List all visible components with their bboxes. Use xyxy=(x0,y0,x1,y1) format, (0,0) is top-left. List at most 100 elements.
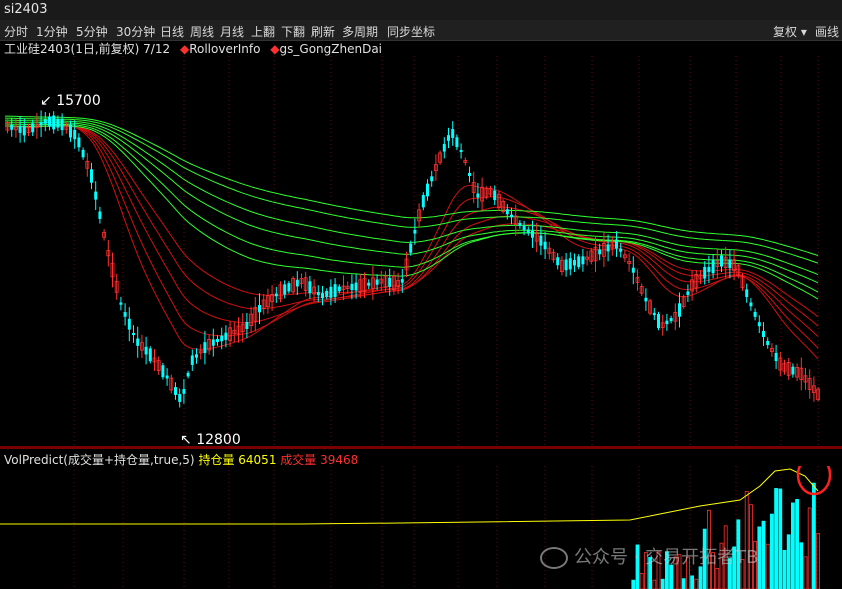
candle xyxy=(295,279,299,287)
candle xyxy=(81,149,85,158)
candle xyxy=(493,190,497,201)
toolbar-item-adjust[interactable]: 复权 ▾ xyxy=(773,23,807,40)
candle xyxy=(258,305,261,313)
candle xyxy=(127,318,131,330)
candle xyxy=(77,137,81,148)
toolbar-item-monthly[interactable]: 月线 xyxy=(220,23,244,40)
candle xyxy=(526,229,530,233)
candle xyxy=(388,277,392,287)
candle xyxy=(413,229,417,234)
candle xyxy=(182,389,186,394)
volume-bar xyxy=(694,578,699,589)
candle xyxy=(791,366,795,375)
candle xyxy=(556,257,560,266)
candle xyxy=(451,129,455,138)
candle xyxy=(753,311,757,317)
candle xyxy=(56,118,60,128)
candle xyxy=(190,355,194,365)
volume-bar xyxy=(765,543,770,589)
candle xyxy=(468,172,471,176)
volume-bar xyxy=(715,568,720,589)
toolbar-item-page-down[interactable]: 下翻 xyxy=(281,23,305,40)
window-title: si2403 xyxy=(4,2,48,17)
candle xyxy=(321,293,324,299)
ma-line-red xyxy=(5,124,819,349)
candle xyxy=(203,342,207,354)
indicator-rollover[interactable]: RolloverInfo xyxy=(189,42,260,56)
toolbar-item-sync-axis[interactable]: 同步坐标 xyxy=(387,23,435,40)
candle xyxy=(430,176,434,182)
volume-formula: VolPredict(成交量+持仓量,true,5) xyxy=(4,453,195,467)
toolbar-item-fenshi[interactable]: 分时 xyxy=(4,23,28,40)
candle xyxy=(39,121,43,126)
volume-bar xyxy=(778,488,783,589)
candle xyxy=(308,281,312,294)
candle xyxy=(510,214,513,218)
candle xyxy=(325,290,329,297)
candle xyxy=(409,243,413,253)
candle xyxy=(568,258,572,270)
candle xyxy=(505,209,509,215)
candle xyxy=(426,183,429,197)
candle xyxy=(148,348,152,362)
toolbar-item-weekly[interactable]: 周线 xyxy=(190,23,214,40)
candle xyxy=(581,256,585,265)
candle xyxy=(22,125,26,136)
volume-bar xyxy=(786,534,791,589)
candle xyxy=(48,116,51,127)
volume-chart[interactable] xyxy=(0,466,842,589)
toolbar-item-page-up[interactable]: 上翻 xyxy=(251,23,275,40)
candle xyxy=(43,119,47,124)
volume-bar xyxy=(761,520,766,589)
candle xyxy=(644,297,648,302)
candle xyxy=(564,259,568,271)
candle xyxy=(10,124,14,130)
candle xyxy=(652,312,656,316)
candle xyxy=(375,279,379,285)
candle xyxy=(703,267,707,279)
candle xyxy=(367,282,371,286)
candle xyxy=(531,230,534,238)
candle xyxy=(119,302,123,305)
candle xyxy=(669,318,673,322)
candle xyxy=(60,118,64,131)
candle xyxy=(539,235,543,246)
candlestick-chart[interactable] xyxy=(0,56,842,446)
volume-bar xyxy=(812,482,816,589)
toolbar-item-daily[interactable]: 日线 xyxy=(160,23,184,40)
candle xyxy=(174,387,177,395)
toolbar-item-1min[interactable]: 1分钟 xyxy=(36,23,68,40)
candle xyxy=(132,332,135,336)
chevron-down-icon: ▾ xyxy=(800,25,807,39)
toolbar-item-5min[interactable]: 5分钟 xyxy=(76,23,108,40)
candle xyxy=(350,283,354,291)
candle xyxy=(606,244,610,252)
candle xyxy=(165,375,169,379)
volume-bar xyxy=(791,502,795,589)
adjust-label: 复权 xyxy=(773,25,798,39)
candle xyxy=(619,248,623,252)
candle xyxy=(400,279,404,283)
volume-bar xyxy=(816,532,820,589)
pane-separator[interactable] xyxy=(0,446,842,449)
indicator-gongzhendai[interactable]: gs_GongZhenDai xyxy=(280,42,382,56)
volume-bar xyxy=(631,579,636,589)
candle xyxy=(757,322,761,327)
candle xyxy=(631,267,635,273)
ma-line-green xyxy=(5,115,819,256)
toolbar-item-30min[interactable]: 30分钟 xyxy=(116,23,155,40)
candle xyxy=(720,255,723,267)
volume-bar xyxy=(652,579,657,589)
toolbar-item-refresh[interactable]: 刷新 xyxy=(311,23,335,40)
candle xyxy=(707,266,711,272)
toolbar-item-draw[interactable]: 画线 xyxy=(815,23,839,40)
volume-bar xyxy=(807,507,812,589)
candle xyxy=(745,289,749,298)
high-price-label: ↙ 15700 xyxy=(40,93,101,109)
main-chart-header: 工业硅2403(1日,前复权) 7/12 ◆RolloverInfo ◆gs_G… xyxy=(4,40,382,57)
candle xyxy=(220,335,224,342)
volume-bar xyxy=(660,578,665,589)
candle xyxy=(90,169,93,183)
candle xyxy=(665,320,669,325)
toolbar-item-multi-period[interactable]: 多周期 xyxy=(342,23,378,40)
